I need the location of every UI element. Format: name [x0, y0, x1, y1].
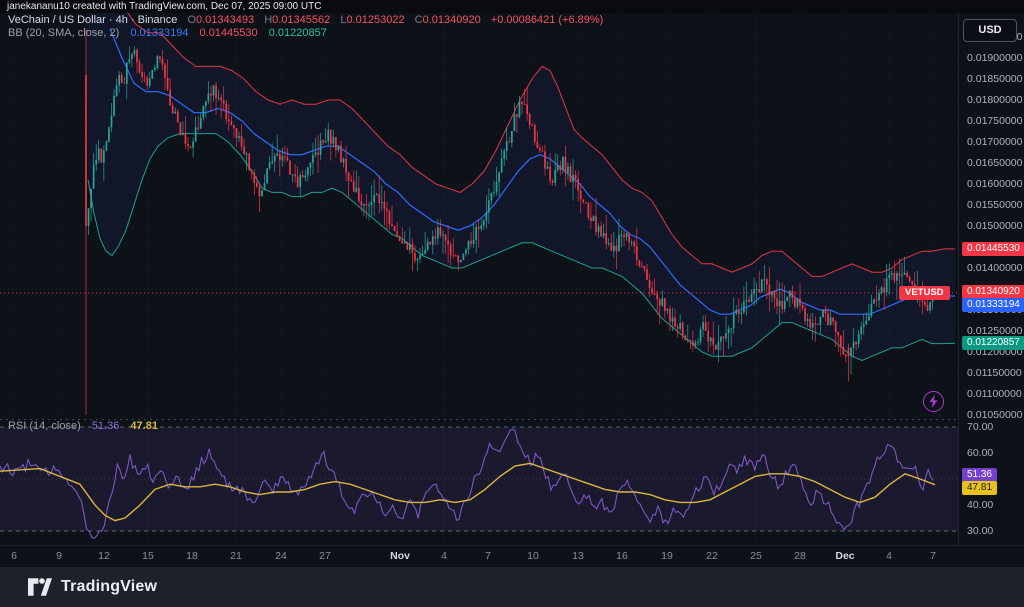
price-badge: 51.36 — [962, 468, 997, 482]
bb-title: BB (20, SMA, close, 2) — [8, 27, 119, 39]
tradingview-brand-link[interactable]: TradingView — [28, 576, 157, 598]
bottom-bar: TradingView — [0, 567, 1024, 607]
time-tick-label: Dec — [835, 550, 854, 562]
bb-upper-value: 0.01445530 — [200, 27, 258, 39]
time-tick-label: 10 — [527, 550, 539, 562]
price-tick-label: 0.01800000 — [967, 94, 1022, 106]
time-tick-label: 19 — [661, 550, 673, 562]
rsi-title: RSI (14, close) — [8, 420, 81, 432]
ohlc-high-value: 0.01345562 — [272, 14, 330, 26]
time-tick-label: Nov — [390, 550, 410, 562]
price-tick-label: 0.01050000 — [967, 409, 1022, 421]
time-tick-label: 9 — [56, 550, 62, 562]
price-tick-label: 0.01100000 — [967, 388, 1022, 400]
ohlc-open-value: 0.01343493 — [196, 14, 254, 26]
tradingview-chart-widget: janekananu10 created with TradingView.co… — [0, 0, 1024, 607]
attribution-bar: janekananu10 created with TradingView.co… — [0, 0, 1024, 13]
symbol-legend[interactable]: VeChain / US Dollar · 4h · Binance O0.01… — [8, 14, 603, 26]
time-tick-label: 21 — [230, 550, 242, 562]
tradingview-logo-icon — [28, 576, 52, 598]
price-axis[interactable]: USD 0.019500000.019000000.018500000.0180… — [958, 13, 1024, 545]
price-tick-label: 0.01600000 — [967, 178, 1022, 190]
ohlc-close-label: C — [415, 14, 423, 26]
bb-basis-value: 0.01333194 — [130, 27, 188, 39]
rsi-tick-label: 40.00 — [967, 499, 993, 511]
price-tick-label: 0.01400000 — [967, 262, 1022, 274]
currency-toggle-button[interactable]: USD — [963, 19, 1017, 42]
price-tick-label: 0.01850000 — [967, 73, 1022, 85]
instant-order-button[interactable] — [923, 391, 944, 412]
change-value: +0.00086421 (+6.89%) — [491, 14, 604, 26]
rsi-value: 51.36 — [92, 420, 120, 432]
price-tick-label: 0.01700000 — [967, 136, 1022, 148]
time-tick-label: 7 — [485, 550, 491, 562]
ohlc-open-label: O — [187, 14, 196, 26]
ohlc-close-value: 0.01340920 — [423, 14, 481, 26]
time-tick-label: 4 — [886, 550, 892, 562]
price-tick-label: 0.01750000 — [967, 115, 1022, 127]
ohlc-low-value: 0.01253022 — [346, 14, 404, 26]
time-tick-label: 7 — [930, 550, 936, 562]
time-tick-label: 13 — [572, 550, 584, 562]
symbol-title: VeChain / US Dollar · 4h · Binance — [8, 14, 177, 26]
price-badge: 0.01340920 — [962, 285, 1024, 299]
rsi-legend[interactable]: RSI (14, close) 51.36 47.81 — [8, 420, 158, 432]
price-tick-label: 0.01150000 — [967, 367, 1022, 379]
rsi-ma-value: 47.81 — [130, 420, 158, 432]
symbol-price-label: VETUSD — [899, 286, 950, 300]
price-tick-label: 0.01900000 — [967, 52, 1022, 64]
time-tick-label: 16 — [616, 550, 628, 562]
rsi-tick-label: 60.00 — [967, 447, 993, 459]
attribution-text: janekananu10 created with TradingView.co… — [7, 1, 321, 12]
time-tick-label: 24 — [275, 550, 287, 562]
time-tick-label: 4 — [441, 550, 447, 562]
time-tick-label: 6 — [11, 550, 17, 562]
time-tick-label: 22 — [706, 550, 718, 562]
chart-canvas[interactable] — [0, 13, 958, 545]
price-tick-label: 0.01650000 — [967, 157, 1022, 169]
time-tick-label: 18 — [186, 550, 198, 562]
price-badge: 0.01333194 — [962, 298, 1024, 312]
tradingview-wordmark: TradingView — [61, 578, 157, 596]
time-tick-label: 27 — [319, 550, 331, 562]
rsi-tick-label: 30.00 — [967, 525, 993, 537]
price-tick-label: 0.01500000 — [967, 220, 1022, 232]
time-tick-label: 12 — [98, 550, 110, 562]
bb-legend[interactable]: BB (20, SMA, close, 2) 0.01333194 0.0144… — [8, 27, 327, 39]
time-tick-label: 28 — [794, 550, 806, 562]
price-tick-label: 0.01550000 — [967, 199, 1022, 211]
bb-lower-value: 0.01220857 — [269, 27, 327, 39]
time-tick-label: 25 — [750, 550, 762, 562]
lightning-icon — [928, 395, 939, 408]
time-axis[interactable]: 6 9 12 15 18 21 24 27 Nov 4 7 10 13 16 19 22 25 28 Dec 4 7 — [0, 545, 1024, 568]
ohlc-high-label: H — [264, 14, 272, 26]
rsi-tick-label: 70.00 — [967, 421, 993, 433]
price-badge: 47.81 — [962, 481, 997, 495]
time-tick-label: 15 — [142, 550, 154, 562]
price-badge: 0.01445530 — [962, 242, 1024, 256]
price-badge: 0.01220857 — [962, 336, 1024, 350]
